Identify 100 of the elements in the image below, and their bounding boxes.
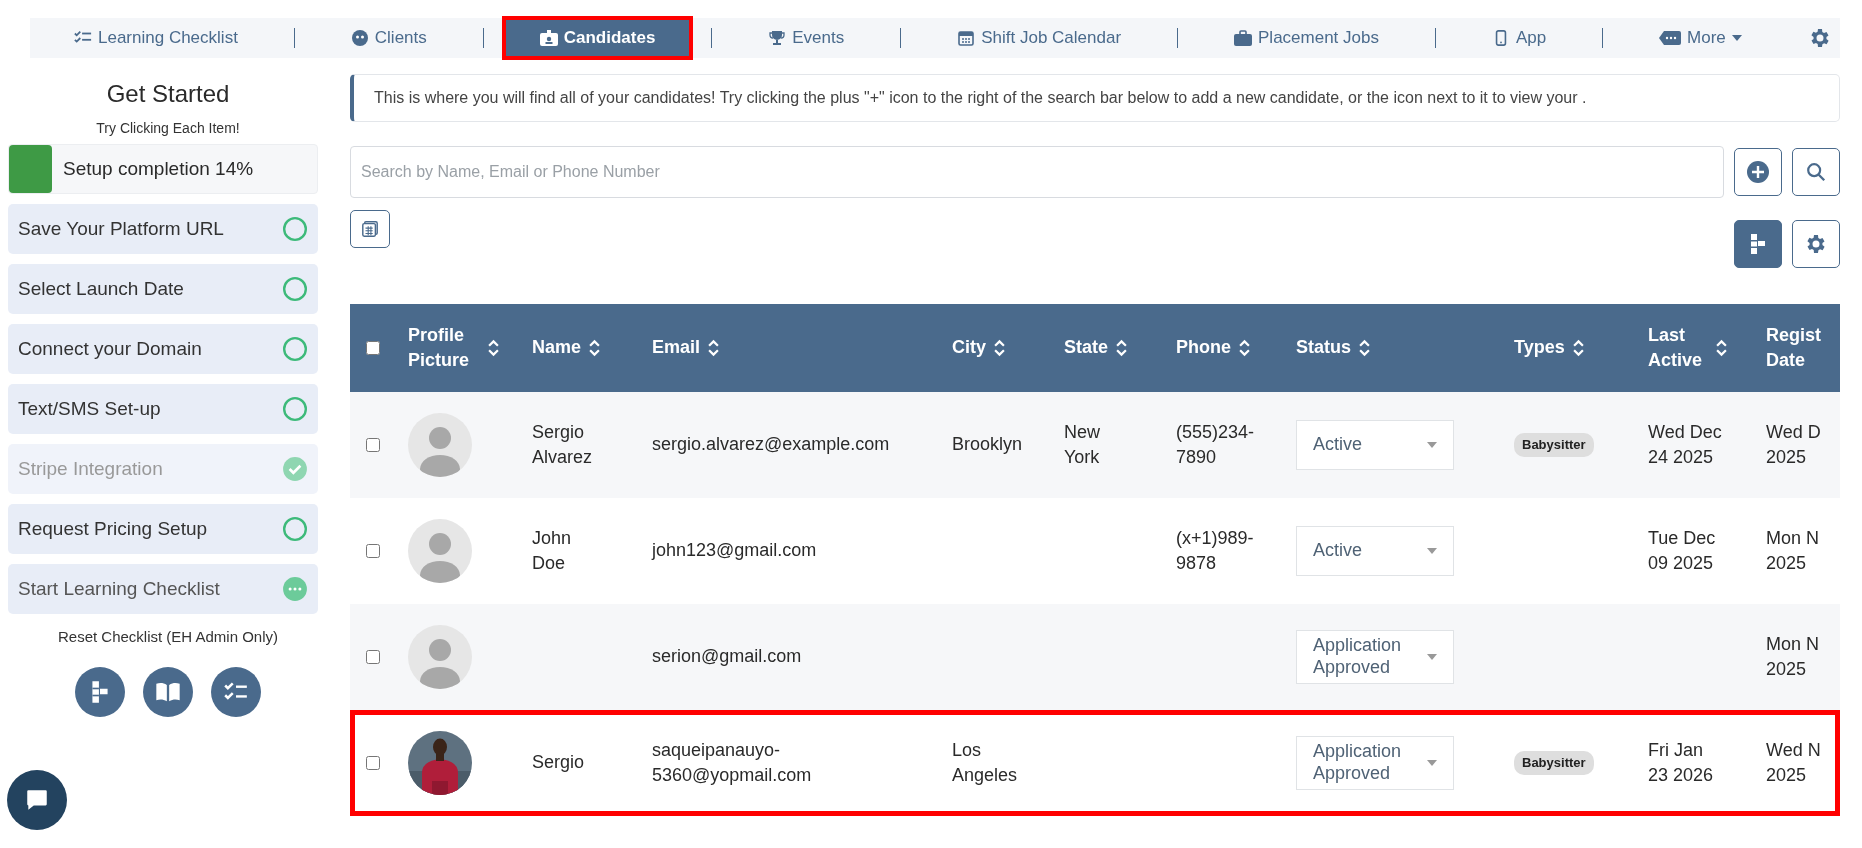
caret-icon	[1427, 654, 1437, 660]
column-header[interactable]: Phone	[1176, 335, 1231, 361]
column-header[interactable]: Last Active	[1648, 322, 1708, 374]
nav-tab[interactable]: More	[1623, 18, 1778, 58]
checklist-item[interactable]: Start Learning Checklist	[8, 564, 318, 614]
chat-button[interactable]	[7, 770, 67, 830]
status-dropdown[interactable]: Application Approved	[1296, 736, 1454, 790]
email-cell-text: sergio.alvarez@example.com	[652, 433, 891, 457]
status-dropdown[interactable]: Application Approved	[1296, 630, 1454, 684]
avatar-placeholder-icon	[408, 625, 472, 689]
nav-tab[interactable]: App	[1455, 18, 1583, 58]
column-header[interactable]: Profile Picture	[408, 322, 480, 374]
checklist-item[interactable]: Connect your Domain	[8, 324, 318, 374]
empty-circle-icon	[282, 396, 308, 422]
column-header[interactable]: Types	[1514, 335, 1565, 361]
empty-circle-icon	[282, 216, 308, 242]
book-button[interactable]	[143, 667, 193, 717]
caret-icon	[1427, 442, 1437, 448]
sort-icon	[1716, 339, 1727, 357]
checklist-button[interactable]	[211, 667, 261, 717]
trophy-icon	[768, 30, 787, 46]
registration-date-cell-text: Mon N 2025	[1766, 526, 1820, 575]
nav-tab[interactable]: Learning Checklist	[38, 18, 274, 58]
search-button[interactable]	[1792, 148, 1840, 196]
column-header[interactable]: Email	[652, 335, 701, 361]
row-checkbox[interactable]	[366, 544, 380, 558]
column-header[interactable]: State	[1064, 335, 1108, 361]
status-dropdown[interactable]: Active	[1296, 420, 1454, 470]
hierarchy-view-button[interactable]	[1734, 220, 1782, 268]
registration-date-cell-text: Mon N 2025	[1766, 632, 1820, 681]
checklist-icon	[74, 30, 92, 46]
checklist-item[interactable]: Select Launch Date	[8, 264, 318, 314]
name-cell-text: Sergio Alvarez	[532, 420, 594, 469]
phone-cell-text: (x+1)989-9878	[1176, 526, 1255, 575]
sort-icon	[1116, 339, 1127, 357]
table-view-button[interactable]	[350, 210, 390, 248]
avatar-placeholder-icon	[408, 519, 472, 583]
hierarchy-button[interactable]	[75, 667, 125, 717]
speech-bubble-icon	[24, 787, 50, 813]
registration-date-cell-text: Wed D 2025	[1766, 420, 1822, 469]
checklist-item[interactable]: Text/SMS Set-up	[8, 384, 318, 434]
column-header[interactable]: City	[952, 335, 986, 361]
checklist-item[interactable]: Request Pricing Setup	[8, 504, 318, 554]
row-checkbox[interactable]	[366, 756, 380, 770]
checklist-item[interactable]: Save Your Platform URL	[8, 204, 318, 254]
column-header[interactable]: Regist Date	[1766, 322, 1826, 374]
plus-circle-icon	[1746, 160, 1770, 184]
column-header[interactable]: Name	[532, 335, 582, 361]
type-tag: Babysitter	[1514, 750, 1594, 776]
nav-tab[interactable]: Shift Job Calendar	[921, 18, 1158, 58]
empty-circle-icon	[282, 336, 308, 362]
email-cell-text: john123@gmail.com	[652, 539, 818, 563]
select-all-checkbox[interactable]	[366, 341, 380, 355]
sort-icon	[1572, 339, 1584, 357]
sort-icon	[708, 339, 720, 357]
nav-tab[interactable]: Events	[732, 18, 881, 58]
add-candidate-button[interactable]	[1734, 148, 1782, 196]
empty-circle-icon	[282, 516, 308, 542]
city-cell-text: Los Angeles	[952, 738, 1019, 787]
nav-tab[interactable]: Candidates	[503, 18, 692, 58]
sort-icon	[1239, 339, 1250, 357]
city-cell-text: Brooklyn	[952, 433, 1024, 457]
row-checkbox[interactable]	[366, 438, 380, 452]
more-circle-icon	[282, 576, 308, 602]
last-active-cell-text: Wed Dec 24 2025	[1648, 420, 1723, 469]
id-badge-icon	[539, 30, 558, 46]
last-active-cell-text: Tue Dec 09 2025	[1648, 526, 1717, 575]
caret-icon	[1427, 548, 1437, 554]
progress-label: Setup completion 14%	[63, 158, 254, 180]
type-tag: Babysitter	[1514, 432, 1594, 458]
name-cell-text: Sergio	[532, 751, 586, 775]
phone-cell-text: (555)234-7890	[1176, 420, 1256, 469]
table-settings-button[interactable]	[1792, 220, 1840, 268]
sidebar-title: Get Started	[105, 80, 231, 108]
info-banner: This is where you will find all of your candidates! Try clicking the plus "+" icon to the right of the search bar below to add a new candidate, or the icon next to it to view your .	[350, 74, 1840, 122]
face-icon	[350, 30, 369, 46]
table-icon	[361, 220, 379, 238]
email-cell-text: serion@gmail.com	[652, 645, 803, 669]
reset-checklist-link[interactable]: Reset Checklist (EH Admin Only)	[57, 628, 279, 645]
calendar-icon	[957, 30, 976, 46]
search-field[interactable]: Search by Name, Email or Phone Number	[350, 146, 1724, 198]
nav-tab[interactable]: Clients	[314, 18, 463, 58]
search-icon	[1805, 161, 1827, 183]
nav-tab[interactable]: Placement Jobs	[1198, 18, 1415, 58]
briefcase-icon	[1234, 30, 1252, 46]
tag-icon	[1659, 30, 1682, 46]
name-cell-text: John Doe	[532, 526, 573, 575]
avatar-placeholder-icon	[408, 413, 472, 477]
sidebar-subtitle: Try Clicking Each Item!	[95, 120, 241, 136]
row-checkbox[interactable]	[366, 650, 380, 664]
registration-date-cell-text: Wed N 2025	[1766, 738, 1822, 787]
caret-icon	[1731, 35, 1742, 41]
status-dropdown[interactable]: Active	[1296, 526, 1454, 576]
sort-icon	[488, 339, 499, 357]
email-cell-text: saqueipanauyo-5360@yopmail.com	[652, 738, 813, 787]
check-circle-icon	[282, 456, 308, 482]
column-header[interactable]: Status	[1296, 335, 1351, 361]
sort-icon	[1359, 339, 1370, 357]
last-active-cell-text: Fri Jan 23 2026	[1648, 738, 1715, 787]
empty-circle-icon	[282, 276, 308, 302]
